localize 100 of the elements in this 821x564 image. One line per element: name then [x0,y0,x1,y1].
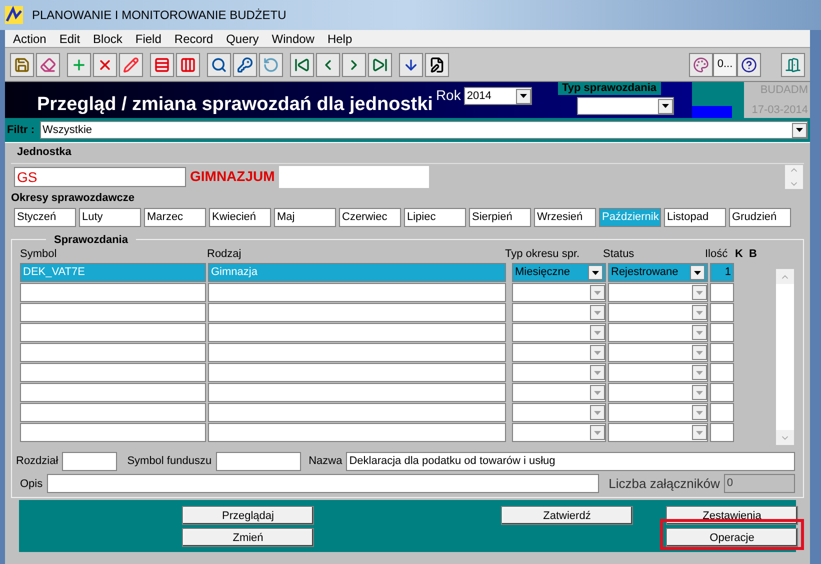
menu-item[interactable]: Action [13,30,46,48]
search-icon [211,56,227,72]
table-cell[interactable] [208,323,506,342]
period-type-select[interactable] [512,423,606,442]
period-tab[interactable]: Luty [79,208,141,227]
unit-code-field[interactable]: GS [14,166,186,186]
action-button[interactable]: Operacje [666,528,798,548]
unit-detail-field[interactable] [278,166,429,188]
status-select[interactable]: Rejestrowane [608,263,708,282]
menu-item[interactable]: Block [93,30,122,48]
period-type-select[interactable] [512,383,606,402]
table-cell[interactable] [20,403,206,422]
scrollbar[interactable] [775,268,795,446]
app-logo-icon [4,5,24,25]
period-tab[interactable]: Sierpień [469,208,531,227]
table-cell[interactable] [208,303,506,322]
table-cell[interactable] [20,383,206,402]
status-select[interactable] [608,323,708,342]
table-cell[interactable] [20,343,206,362]
action-button[interactable]: Zatwierdź [501,506,633,526]
save-icon [14,56,30,72]
table-cell[interactable] [710,323,734,342]
table-cell[interactable] [20,323,206,342]
action-button[interactable]: Przeglądaj [182,506,314,526]
status-select[interactable] [608,303,708,322]
period-tab[interactable]: Listopad [664,208,726,227]
status-select[interactable] [608,403,708,422]
table-cell[interactable] [710,403,734,422]
toolbar-button[interactable] [425,52,449,76]
period-type-select[interactable] [512,403,606,422]
eraser-icon [40,56,56,72]
table-cell[interactable] [20,303,206,322]
menu-item[interactable]: Help [327,30,352,48]
toolbar-button[interactable] [399,52,423,76]
scrollbar[interactable] [784,164,804,190]
status-select[interactable] [608,343,708,362]
table-cell[interactable] [710,303,734,322]
table-cell[interactable] [20,423,206,442]
menu-item[interactable]: Window [272,30,314,48]
column-header: Rodzaj [207,247,242,260]
pencil-icon [123,56,139,72]
period-tab[interactable]: Czerwiec [339,208,401,227]
period-type-select[interactable] [512,343,606,362]
chapter-field[interactable] [62,452,118,471]
help-icon [741,56,757,72]
table-cell[interactable] [710,423,734,442]
key-icon [237,56,253,72]
period-tab[interactable]: Kwiecień [209,208,271,227]
first-record-icon [294,56,310,72]
toolbar-button[interactable]: 0... [713,52,737,76]
period-tab[interactable]: Wrzesień [534,208,596,227]
table-cell[interactable] [208,343,506,362]
menu-item[interactable]: Edit [59,30,80,48]
toolbar-button[interactable] [737,52,761,76]
status-select[interactable] [608,423,708,442]
table-cell[interactable] [710,343,734,362]
toolbar-button[interactable] [233,52,257,76]
period-type-select[interactable] [512,323,606,342]
table-cell[interactable]: 1 [710,263,734,282]
action-button[interactable]: Zmień [182,528,314,548]
plus-icon [71,56,87,72]
year-select[interactable]: 2014 [464,87,532,105]
table-cell[interactable] [710,283,734,302]
table-cell[interactable] [208,383,506,402]
period-type-select[interactable] [512,303,606,322]
document-edit-icon [429,56,445,72]
period-type-select[interactable] [512,363,606,382]
table-cell[interactable] [208,423,506,442]
period-type-select[interactable] [512,283,606,302]
attachments-field: 0 [724,474,795,494]
status-select[interactable] [608,283,708,302]
unit-name: GIMNAZJUM [190,167,275,186]
filter-select[interactable]: Wszystkie [40,121,808,139]
menu-item[interactable]: Query [226,30,259,48]
description-field[interactable] [46,474,599,494]
table-cell[interactable] [20,363,206,382]
table-cell[interactable] [710,383,734,402]
table-cell[interactable] [710,363,734,382]
column-header: Symbol [20,247,57,260]
menu-item[interactable]: Record [174,30,214,48]
menu-item[interactable]: Field [135,30,162,48]
fund-field[interactable] [216,452,301,471]
period-tab[interactable]: Maj [274,208,336,227]
table-cell[interactable] [208,403,506,422]
period-type-select[interactable]: Miesięczne [512,263,606,282]
name-field[interactable]: Deklaracja dla podatku od towarów i usług [346,452,795,471]
column-header: K [735,247,743,260]
form-title: Przegląd / zmiana sprawozdań dla jednostki [37,95,433,114]
columns-icon [180,56,196,72]
report-type-select[interactable] [576,97,674,115]
status-select[interactable] [608,383,708,402]
period-tab[interactable]: Lipiec [404,208,466,227]
period-tab[interactable]: Grudzień [729,208,791,227]
table-cell[interactable] [208,363,506,382]
period-tab[interactable]: Styczeń [14,208,76,227]
period-tab[interactable]: Marzec [144,208,206,227]
table-cell[interactable] [208,283,506,302]
toolbar-button[interactable] [207,52,231,76]
status-select[interactable] [608,363,708,382]
table-cell[interactable] [20,283,206,302]
